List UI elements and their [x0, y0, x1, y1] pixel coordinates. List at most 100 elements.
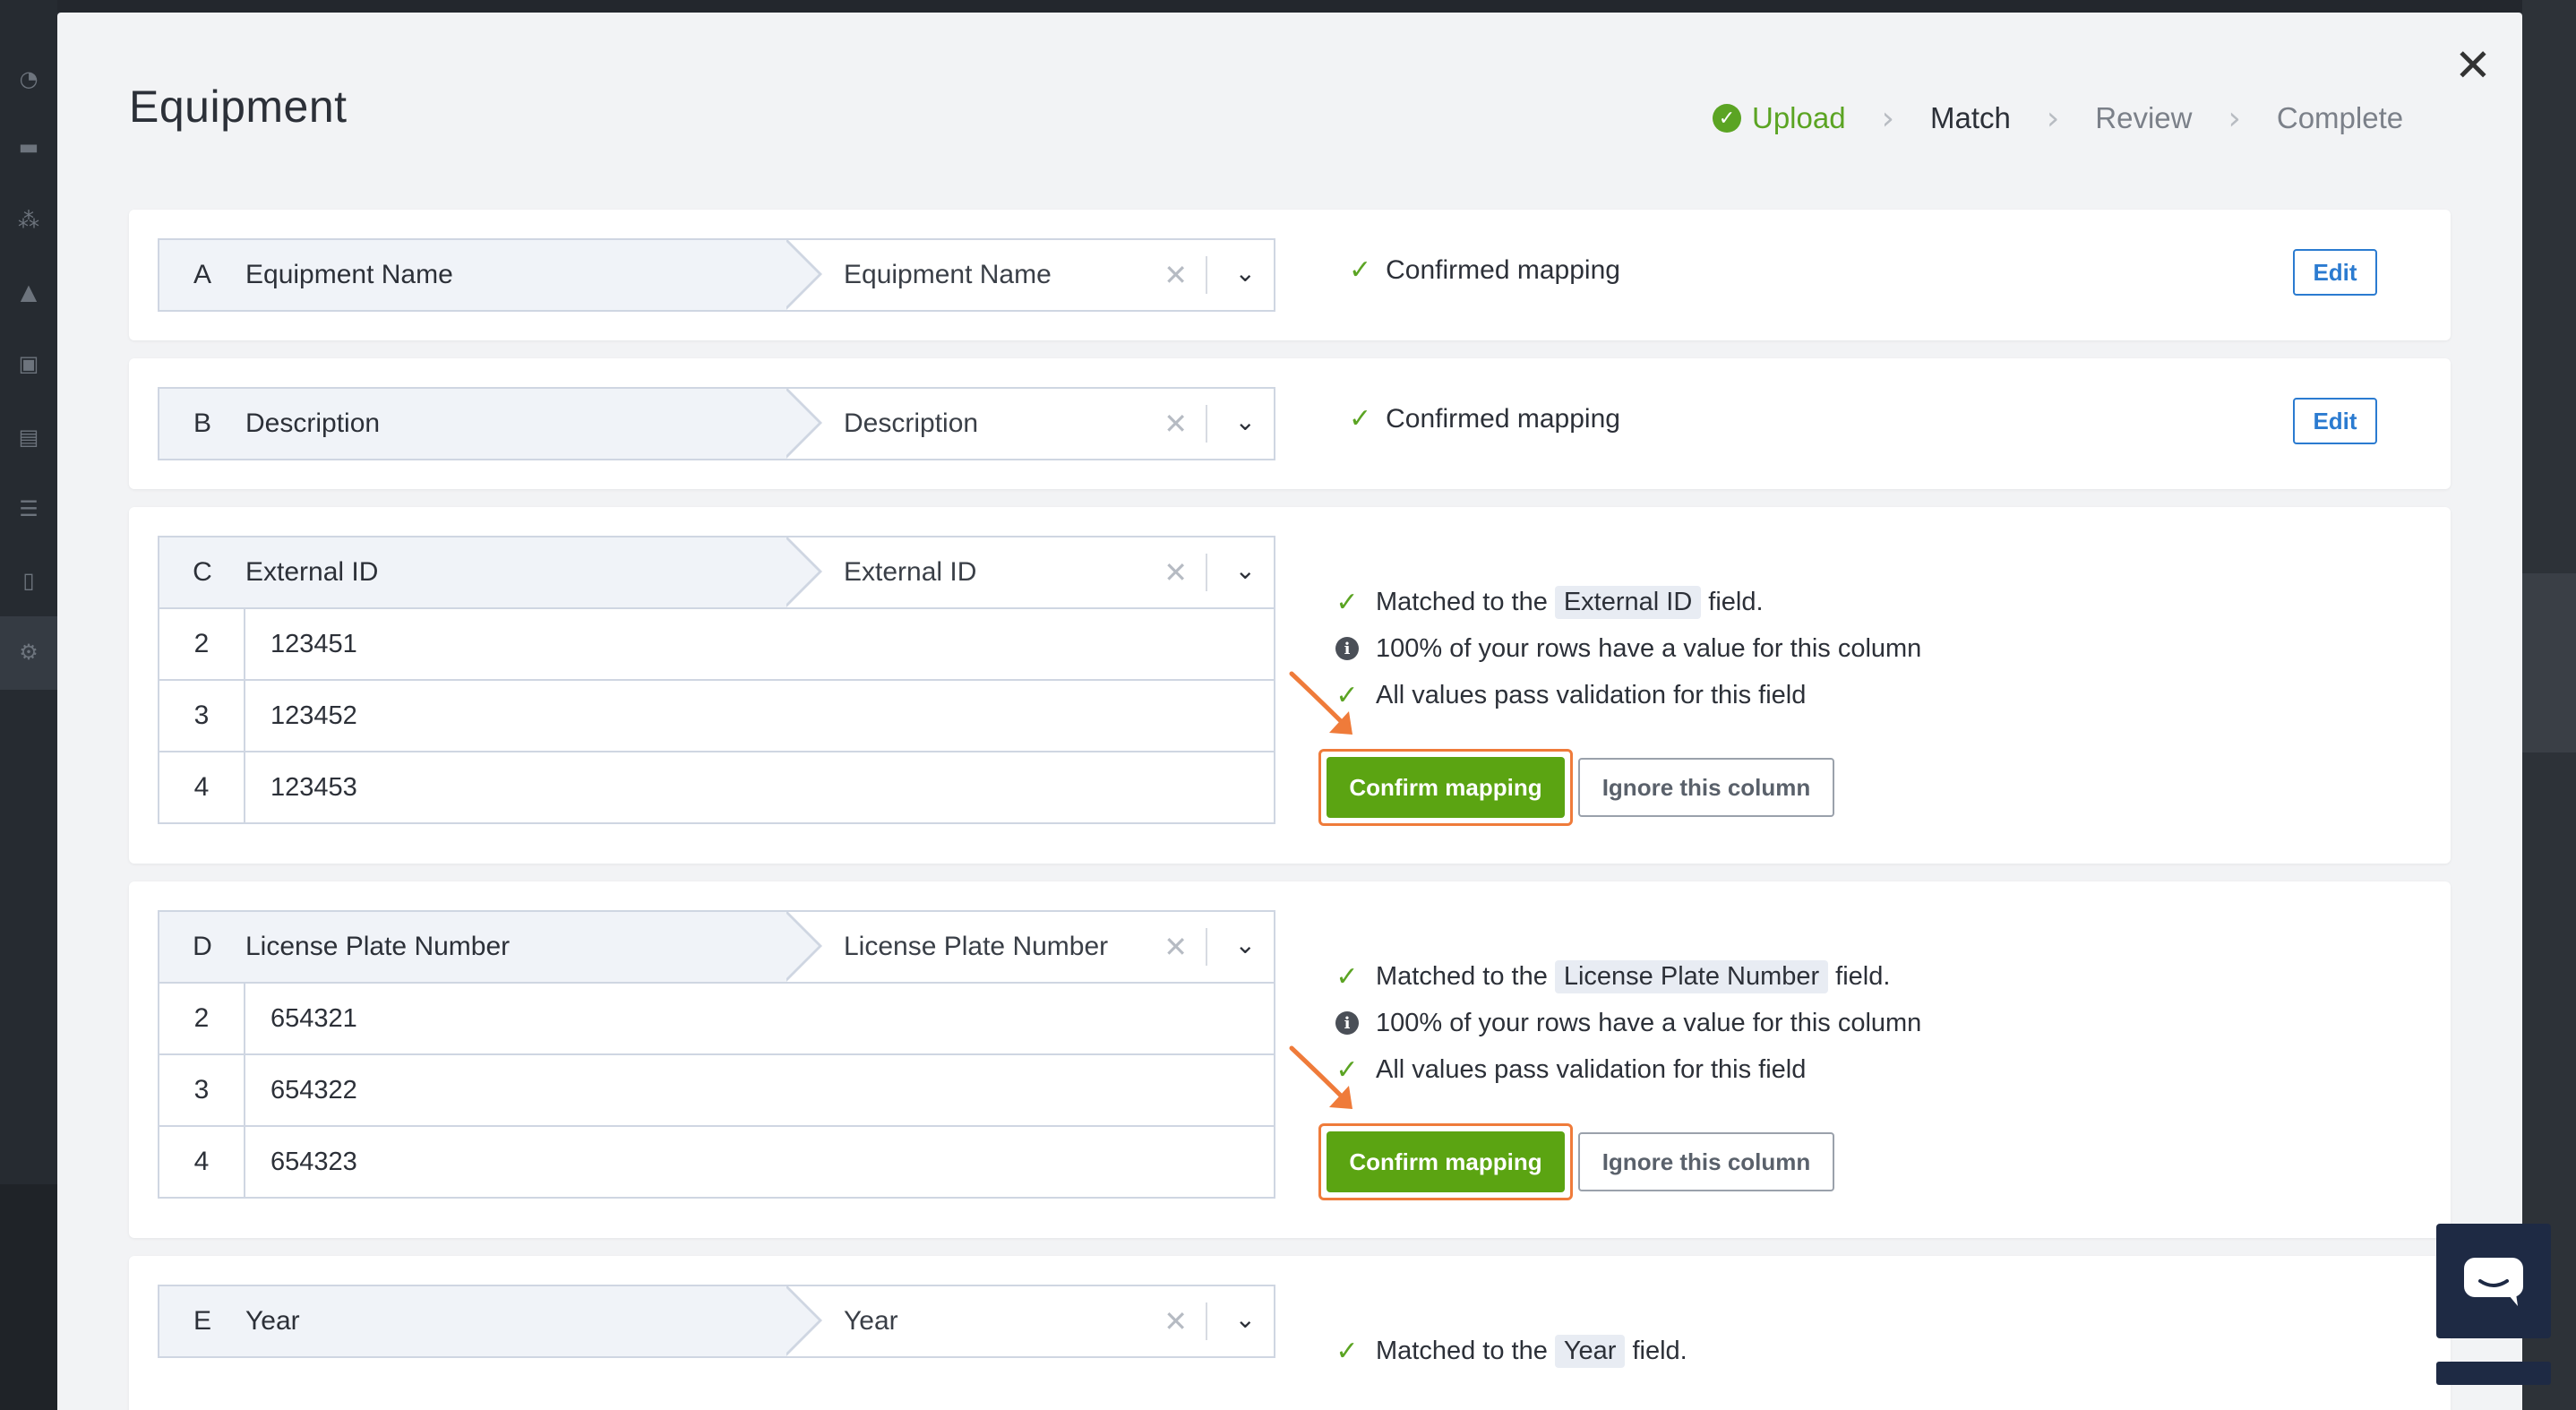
confirm-mapping-button[interactable]: Confirm mapping: [1327, 1131, 1565, 1192]
step-label: Complete: [2276, 101, 2404, 134]
column-letter: C: [193, 557, 212, 587]
edit-button[interactable]: Edit: [2293, 398, 2377, 444]
source-column: B Description: [159, 387, 822, 459]
chevron-down-icon[interactable]: ⌄: [1235, 1304, 1256, 1334]
arrow-separator: [785, 238, 822, 310]
close-icon[interactable]: ✕: [2451, 43, 2495, 88]
column-card-e: E Year Year ✕ ⌄ ✓ Matched to the Year fi…: [129, 1256, 2451, 1410]
source-column-name: Year: [245, 1306, 300, 1336]
clear-icon[interactable]: ✕: [1163, 930, 1188, 964]
chevron-down-icon[interactable]: ⌄: [1235, 555, 1256, 585]
check-icon: ✓: [1335, 1335, 1359, 1367]
confirm-mapping-button[interactable]: Confirm mapping: [1327, 757, 1565, 818]
matched-line: ✓ Matched to the License Plate Number fi…: [1335, 953, 1921, 1000]
target-field-value: License Plate Number: [844, 932, 1109, 961]
step-review: Review: [2095, 101, 2192, 135]
arrow-separator: [785, 536, 822, 607]
matched-suffix: field.: [1835, 961, 1891, 991]
stepper: ✓ Upload › Match › Review › Complete: [1713, 91, 2403, 145]
step-upload: ✓ Upload: [1713, 101, 1846, 135]
edit-button[interactable]: Edit: [2293, 249, 2377, 296]
ignore-column-button[interactable]: Ignore this column: [1578, 758, 1834, 817]
document-icon[interactable]: ▤: [16, 425, 41, 450]
chat-widget-button[interactable]: [2436, 1224, 2551, 1338]
target-field-select[interactable]: Description ✕ ⌄: [786, 389, 1274, 459]
matched-field-pill: Year: [1554, 1334, 1626, 1368]
target-field-select[interactable]: Year ✕ ⌄: [786, 1286, 1274, 1356]
column-mapping-grid: B Description Description ✕ ⌄: [158, 387, 1275, 460]
cell-value: 123453: [270, 772, 357, 802]
briefcase-icon[interactable]: ▬: [16, 134, 41, 159]
source-column-name: Description: [245, 408, 381, 438]
check-icon: ✓: [1335, 586, 1359, 618]
arrow-separator: [785, 1285, 822, 1356]
clear-icon[interactable]: ✕: [1163, 1304, 1188, 1338]
info-icon: i: [1335, 637, 1359, 660]
target-field-select[interactable]: Equipment Name ✕ ⌄: [786, 240, 1274, 310]
dashboard-icon[interactable]: ◔: [16, 66, 41, 91]
target-field-value: Equipment Name: [844, 260, 1052, 289]
match-details: ✓ Matched to the External ID field. i 10…: [1335, 579, 1921, 718]
annotation-arrow: [1289, 1045, 1352, 1109]
highlight-box: Confirm mapping: [1318, 1123, 1573, 1200]
clear-icon[interactable]: ✕: [1163, 555, 1188, 589]
sidebar-lower-area: [0, 1184, 57, 1410]
clear-icon[interactable]: ✕: [1163, 407, 1188, 441]
source-column: C External ID: [159, 536, 822, 607]
divider: [1206, 1303, 1207, 1340]
row-number: 2: [159, 984, 245, 1053]
matched-field-pill: External ID: [1554, 585, 1702, 619]
action-buttons: Confirm mapping Ignore this column: [1318, 1123, 1834, 1200]
ignore-column-button[interactable]: Ignore this column: [1578, 1132, 1834, 1191]
chevron-down-icon[interactable]: ⌄: [1235, 930, 1256, 959]
check-icon: ✓: [1349, 403, 1372, 434]
row-number: 2: [159, 609, 245, 679]
table-row: 2 123451: [159, 607, 1274, 679]
table-row: 3 654322: [159, 1053, 1274, 1125]
matched-prefix: Matched to the: [1376, 961, 1548, 991]
validation-text: All values pass validation for this fiel…: [1376, 680, 1807, 709]
column-letter: E: [193, 1306, 211, 1336]
mobile-icon[interactable]: ▯: [16, 568, 41, 593]
network-icon[interactable]: ⁂: [16, 208, 41, 233]
divider: [1206, 256, 1207, 294]
action-buttons: Confirm mapping Ignore this column: [1318, 749, 1834, 826]
row-number: 4: [159, 1127, 245, 1197]
row-number: 4: [159, 752, 245, 822]
column-header: C External ID External ID ✕ ⌄: [159, 536, 1274, 607]
calendar-icon[interactable]: ▣: [16, 351, 41, 376]
source-column: D License Plate Number: [159, 910, 822, 982]
column-header: A Equipment Name Equipment Name ✕ ⌄: [159, 238, 1274, 310]
cell-value: 654321: [270, 1003, 357, 1033]
chat-bubble-icon: [2464, 1258, 2523, 1306]
source-column: E Year: [159, 1285, 822, 1356]
row-number: 3: [159, 681, 245, 751]
source-column-name: License Plate Number: [245, 932, 511, 961]
list-icon[interactable]: ☰: [16, 496, 41, 521]
step-label: Match: [1929, 101, 2011, 134]
match-details: ✓ Matched to the License Plate Number fi…: [1335, 953, 1921, 1093]
chevron-right-icon: ›: [2228, 99, 2241, 137]
status-text: Confirmed mapping: [1386, 254, 1620, 285]
clear-icon[interactable]: ✕: [1163, 258, 1188, 292]
rows-info-text: 100% of your rows have a value for this …: [1376, 1008, 1922, 1037]
gear-icon[interactable]: ⚙: [16, 640, 41, 665]
chevron-down-icon[interactable]: ⌄: [1235, 258, 1256, 288]
chevron-right-icon: ›: [2046, 99, 2060, 137]
divider: [1206, 405, 1207, 443]
table-row: 3 123452: [159, 679, 1274, 751]
confirmed-status: ✓ Confirmed mapping: [1349, 403, 1620, 434]
background-page-edge: [2522, 0, 2576, 1410]
column-letter: B: [193, 408, 211, 438]
column-header: D License Plate Number License Plate Num…: [159, 910, 1274, 982]
check-icon: ✓: [1335, 960, 1359, 993]
chevron-down-icon[interactable]: ⌄: [1235, 407, 1256, 436]
column-card-b: B Description Description ✕ ⌄ ✓ Confirme…: [129, 358, 2451, 489]
table-row: 4 123453: [159, 751, 1274, 822]
column-header: E Year Year ✕ ⌄: [159, 1285, 1274, 1356]
target-field-select[interactable]: External ID ✕ ⌄: [786, 537, 1274, 607]
check-circle-icon: ✓: [1713, 104, 1741, 133]
target-field-value: External ID: [844, 557, 977, 587]
target-field-select[interactable]: License Plate Number ✕ ⌄: [786, 912, 1274, 982]
graduation-cap-icon[interactable]: ▲: [16, 279, 41, 305]
